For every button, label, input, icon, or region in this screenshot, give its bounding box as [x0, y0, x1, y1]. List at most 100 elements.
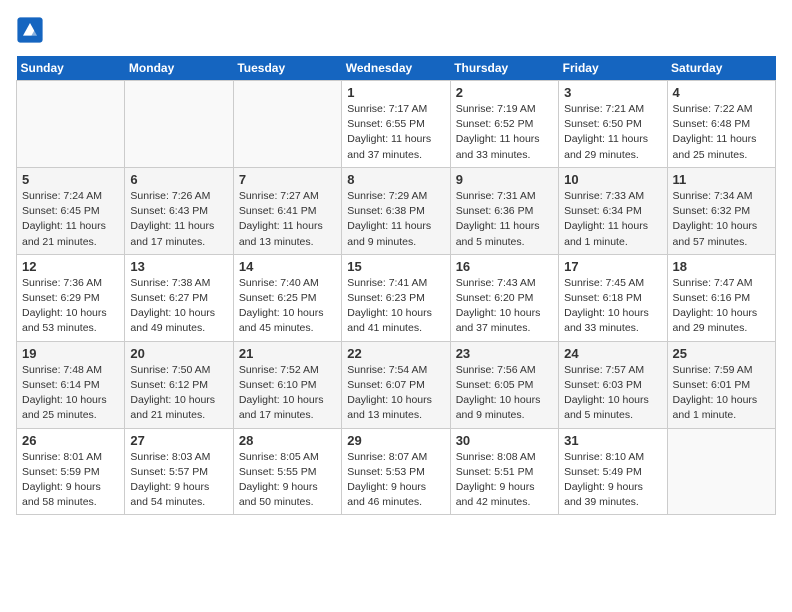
calendar-cell: 6 Sunrise: 7:26 AM Sunset: 6:43 PM Dayli… [125, 167, 233, 254]
day-info: Sunrise: 8:03 AM Sunset: 5:57 PM Dayligh… [130, 450, 227, 511]
calendar-cell: 7 Sunrise: 7:27 AM Sunset: 6:41 PM Dayli… [233, 167, 341, 254]
day-number: 3 [564, 85, 661, 100]
day-info: Sunrise: 8:01 AM Sunset: 5:59 PM Dayligh… [22, 450, 119, 511]
day-number: 11 [673, 172, 770, 187]
calendar-cell: 8 Sunrise: 7:29 AM Sunset: 6:38 PM Dayli… [342, 167, 450, 254]
day-info: Sunrise: 7:40 AM Sunset: 6:25 PM Dayligh… [239, 276, 336, 337]
calendar-cell: 20 Sunrise: 7:50 AM Sunset: 6:12 PM Dayl… [125, 341, 233, 428]
day-info: Sunrise: 7:22 AM Sunset: 6:48 PM Dayligh… [673, 102, 770, 163]
day-header-tuesday: Tuesday [233, 56, 341, 81]
day-header-friday: Friday [559, 56, 667, 81]
calendar-cell: 30 Sunrise: 8:08 AM Sunset: 5:51 PM Dayl… [450, 428, 558, 515]
day-number: 4 [673, 85, 770, 100]
day-number: 18 [673, 259, 770, 274]
day-number: 5 [22, 172, 119, 187]
day-info: Sunrise: 7:47 AM Sunset: 6:16 PM Dayligh… [673, 276, 770, 337]
calendar-cell [233, 81, 341, 168]
day-number: 1 [347, 85, 444, 100]
calendar-cell: 17 Sunrise: 7:45 AM Sunset: 6:18 PM Dayl… [559, 254, 667, 341]
day-number: 2 [456, 85, 553, 100]
day-info: Sunrise: 7:24 AM Sunset: 6:45 PM Dayligh… [22, 189, 119, 250]
day-info: Sunrise: 7:52 AM Sunset: 6:10 PM Dayligh… [239, 363, 336, 424]
calendar-cell: 4 Sunrise: 7:22 AM Sunset: 6:48 PM Dayli… [667, 81, 775, 168]
day-info: Sunrise: 7:38 AM Sunset: 6:27 PM Dayligh… [130, 276, 227, 337]
day-info: Sunrise: 8:07 AM Sunset: 5:53 PM Dayligh… [347, 450, 444, 511]
day-number: 15 [347, 259, 444, 274]
calendar-cell: 28 Sunrise: 8:05 AM Sunset: 5:55 PM Dayl… [233, 428, 341, 515]
day-info: Sunrise: 7:31 AM Sunset: 6:36 PM Dayligh… [456, 189, 553, 250]
day-info: Sunrise: 8:10 AM Sunset: 5:49 PM Dayligh… [564, 450, 661, 511]
calendar-cell: 23 Sunrise: 7:56 AM Sunset: 6:05 PM Dayl… [450, 341, 558, 428]
calendar-cell: 18 Sunrise: 7:47 AM Sunset: 6:16 PM Dayl… [667, 254, 775, 341]
day-info: Sunrise: 7:41 AM Sunset: 6:23 PM Dayligh… [347, 276, 444, 337]
calendar-cell: 11 Sunrise: 7:34 AM Sunset: 6:32 PM Dayl… [667, 167, 775, 254]
calendar-cell: 15 Sunrise: 7:41 AM Sunset: 6:23 PM Dayl… [342, 254, 450, 341]
day-header-thursday: Thursday [450, 56, 558, 81]
calendar-cell: 10 Sunrise: 7:33 AM Sunset: 6:34 PM Dayl… [559, 167, 667, 254]
day-number: 6 [130, 172, 227, 187]
day-number: 19 [22, 346, 119, 361]
day-number: 14 [239, 259, 336, 274]
calendar-week-row: 26 Sunrise: 8:01 AM Sunset: 5:59 PM Dayl… [17, 428, 776, 515]
day-number: 13 [130, 259, 227, 274]
calendar-cell: 5 Sunrise: 7:24 AM Sunset: 6:45 PM Dayli… [17, 167, 125, 254]
day-number: 20 [130, 346, 227, 361]
calendar-cell: 2 Sunrise: 7:19 AM Sunset: 6:52 PM Dayli… [450, 81, 558, 168]
day-number: 23 [456, 346, 553, 361]
day-info: Sunrise: 7:36 AM Sunset: 6:29 PM Dayligh… [22, 276, 119, 337]
day-info: Sunrise: 7:59 AM Sunset: 6:01 PM Dayligh… [673, 363, 770, 424]
day-number: 22 [347, 346, 444, 361]
day-header-saturday: Saturday [667, 56, 775, 81]
calendar-cell [17, 81, 125, 168]
day-number: 10 [564, 172, 661, 187]
day-number: 7 [239, 172, 336, 187]
calendar-cell: 27 Sunrise: 8:03 AM Sunset: 5:57 PM Dayl… [125, 428, 233, 515]
page-header [16, 16, 776, 44]
day-number: 8 [347, 172, 444, 187]
calendar-table: SundayMondayTuesdayWednesdayThursdayFrid… [16, 56, 776, 515]
calendar-cell: 13 Sunrise: 7:38 AM Sunset: 6:27 PM Dayl… [125, 254, 233, 341]
calendar-cell: 14 Sunrise: 7:40 AM Sunset: 6:25 PM Dayl… [233, 254, 341, 341]
calendar-cell: 31 Sunrise: 8:10 AM Sunset: 5:49 PM Dayl… [559, 428, 667, 515]
calendar-week-row: 5 Sunrise: 7:24 AM Sunset: 6:45 PM Dayli… [17, 167, 776, 254]
day-info: Sunrise: 7:56 AM Sunset: 6:05 PM Dayligh… [456, 363, 553, 424]
calendar-cell [667, 428, 775, 515]
calendar-cell: 1 Sunrise: 7:17 AM Sunset: 6:55 PM Dayli… [342, 81, 450, 168]
day-number: 25 [673, 346, 770, 361]
calendar-cell: 9 Sunrise: 7:31 AM Sunset: 6:36 PM Dayli… [450, 167, 558, 254]
calendar-cell: 25 Sunrise: 7:59 AM Sunset: 6:01 PM Dayl… [667, 341, 775, 428]
day-info: Sunrise: 7:27 AM Sunset: 6:41 PM Dayligh… [239, 189, 336, 250]
calendar-cell: 19 Sunrise: 7:48 AM Sunset: 6:14 PM Dayl… [17, 341, 125, 428]
day-number: 21 [239, 346, 336, 361]
day-info: Sunrise: 7:26 AM Sunset: 6:43 PM Dayligh… [130, 189, 227, 250]
day-info: Sunrise: 7:33 AM Sunset: 6:34 PM Dayligh… [564, 189, 661, 250]
day-number: 30 [456, 433, 553, 448]
day-info: Sunrise: 7:17 AM Sunset: 6:55 PM Dayligh… [347, 102, 444, 163]
day-info: Sunrise: 7:34 AM Sunset: 6:32 PM Dayligh… [673, 189, 770, 250]
day-number: 24 [564, 346, 661, 361]
calendar-cell: 26 Sunrise: 8:01 AM Sunset: 5:59 PM Dayl… [17, 428, 125, 515]
day-info: Sunrise: 7:19 AM Sunset: 6:52 PM Dayligh… [456, 102, 553, 163]
calendar-cell: 22 Sunrise: 7:54 AM Sunset: 6:07 PM Dayl… [342, 341, 450, 428]
day-number: 28 [239, 433, 336, 448]
calendar-cell: 3 Sunrise: 7:21 AM Sunset: 6:50 PM Dayli… [559, 81, 667, 168]
day-info: Sunrise: 7:43 AM Sunset: 6:20 PM Dayligh… [456, 276, 553, 337]
day-header-wednesday: Wednesday [342, 56, 450, 81]
day-number: 26 [22, 433, 119, 448]
day-header-monday: Monday [125, 56, 233, 81]
day-info: Sunrise: 7:29 AM Sunset: 6:38 PM Dayligh… [347, 189, 444, 250]
calendar-header-row: SundayMondayTuesdayWednesdayThursdayFrid… [17, 56, 776, 81]
day-info: Sunrise: 7:54 AM Sunset: 6:07 PM Dayligh… [347, 363, 444, 424]
day-number: 29 [347, 433, 444, 448]
day-header-sunday: Sunday [17, 56, 125, 81]
day-number: 27 [130, 433, 227, 448]
calendar-week-row: 12 Sunrise: 7:36 AM Sunset: 6:29 PM Dayl… [17, 254, 776, 341]
calendar-week-row: 1 Sunrise: 7:17 AM Sunset: 6:55 PM Dayli… [17, 81, 776, 168]
day-info: Sunrise: 7:57 AM Sunset: 6:03 PM Dayligh… [564, 363, 661, 424]
calendar-cell [125, 81, 233, 168]
calendar-cell: 29 Sunrise: 8:07 AM Sunset: 5:53 PM Dayl… [342, 428, 450, 515]
day-info: Sunrise: 7:50 AM Sunset: 6:12 PM Dayligh… [130, 363, 227, 424]
day-number: 16 [456, 259, 553, 274]
day-number: 12 [22, 259, 119, 274]
day-number: 17 [564, 259, 661, 274]
